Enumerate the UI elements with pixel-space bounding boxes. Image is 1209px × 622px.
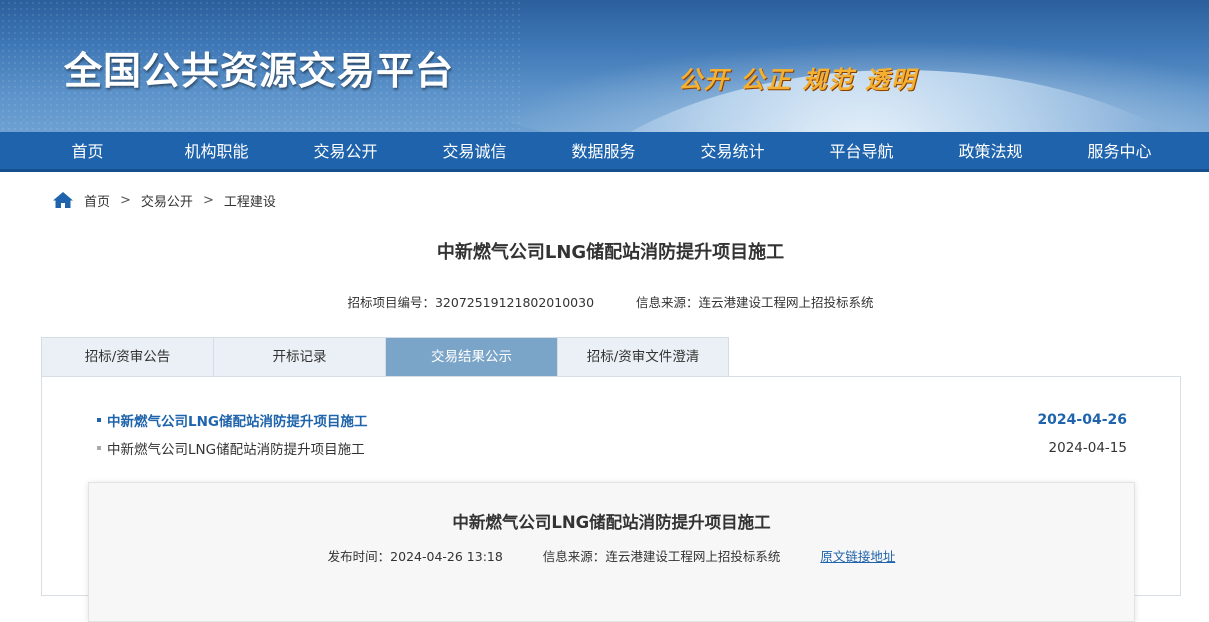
site-banner: 全国公共资源交易平台 公开 公正 规范 透明 <box>0 0 1209 132</box>
project-code-value: 3207251912180201003​0 <box>434 295 595 310</box>
list-item-date: 2024-04-15 <box>1048 440 1127 456</box>
list-item[interactable]: 中新燃气公司LNG储配站消防提升项目施工 2024-04-26 <box>97 410 1127 430</box>
nav-item-platform-nav[interactable]: 平台导航 <box>797 132 926 172</box>
detail-source-value: 连云港建设工程网上招投标系统 <box>605 549 781 564</box>
tab-bar: 招标/资审公告 开标记录 交易结果公示 招标/资审文件澄清 <box>41 337 729 377</box>
breadcrumb-engineering[interactable]: 工程建设 <box>224 191 276 210</box>
breadcrumb-separator: > <box>120 192 131 208</box>
tab-bid-opening-record[interactable]: 开标记录 <box>213 337 385 377</box>
nav-item-trade-public[interactable]: 交易公开 <box>281 132 410 172</box>
detail-source: 信息来源：连云港建设工程网上招投标系统 <box>543 549 781 564</box>
breadcrumb-separator: > <box>202 192 214 208</box>
breadcrumb-home[interactable]: 首页 <box>84 191 110 210</box>
list-item-label[interactable]: 中新燃气公司LNG储配站消防提升项目施工 <box>107 438 365 458</box>
list-item-date: 2024-04-26 <box>1037 412 1127 428</box>
bullet-icon <box>97 418 101 422</box>
detail-title: 中新燃气公司LNG储配站消防提升项目施工 <box>452 513 771 532</box>
list-item[interactable]: 中新燃气公司LNG储配站消防提升项目施工 2024-04-15 <box>97 438 1127 458</box>
detail-meta: 发布时间：2024-04-26 13:18 信息来源：连云港建设工程网上招投标系… <box>89 546 1134 565</box>
detail-publish-label: 发布时间： <box>327 549 391 564</box>
home-icon[interactable] <box>52 191 74 209</box>
detail-source-label: 信息来源： <box>542 549 606 564</box>
tab-trade-result[interactable]: 交易结果公示 <box>385 337 557 377</box>
bullet-icon <box>97 446 101 450</box>
detail-publish-time: 发布时间：2024-04-26 13:18 <box>328 549 503 564</box>
project-source: 信息来源：连云港建设工程网上招投标系统 <box>636 295 874 310</box>
original-link[interactable]: 原文链接地址 <box>820 549 895 564</box>
breadcrumb-trade-public[interactable]: 交易公开 <box>141 191 193 210</box>
project-meta: 招标项目编号：3207251912180201003​0 信息来源：连云港建设工… <box>0 292 1209 311</box>
project-source-value: 连云港建设工程网上招投标系统 <box>698 295 874 310</box>
project-code-label: 招标项目编号： <box>347 295 435 310</box>
nav-item-trade-credit[interactable]: 交易诚信 <box>410 132 539 172</box>
nav-item-service-center[interactable]: 服务中心 <box>1055 132 1184 172</box>
tab-tender-notice[interactable]: 招标/资审公告 <box>41 337 213 377</box>
detail-card: 中新燃气公司LNG储配站消防提升项目施工 发布时间：2024-04-26 13:… <box>88 482 1135 622</box>
list-item-label[interactable]: 中新燃气公司LNG储配站消防提升项目施工 <box>107 410 367 430</box>
nav-item-trade-stats[interactable]: 交易统计 <box>668 132 797 172</box>
project-source-label: 信息来源： <box>636 295 699 310</box>
nav-item-home[interactable]: 首页 <box>23 132 152 172</box>
site-slogan: 公开 公正 规范 透明 <box>678 66 918 94</box>
detail-publish-value: 2024-04-26 13:18 <box>390 549 503 564</box>
breadcrumb: 首页 > 交易公开 > 工程建设 <box>52 190 276 210</box>
nav-item-policy[interactable]: 政策法规 <box>926 132 1055 172</box>
nav-item-org-functions[interactable]: 机构职能 <box>152 132 281 172</box>
detail-original-link-wrap: 原文链接地址 <box>820 549 895 564</box>
project-code: 招标项目编号：3207251912180201003​0 <box>347 295 594 310</box>
page-title: 中新燃气公司LNG储配站消防提升项目施工 <box>436 242 785 263</box>
tab-document-clarification[interactable]: 招标/资审文件澄清 <box>557 337 729 377</box>
site-title[interactable]: 全国公共资源交易平台 <box>64 40 454 95</box>
nav-item-data-service[interactable]: 数据服务 <box>539 132 668 172</box>
tab-panel: 中新燃气公司LNG储配站消防提升项目施工 2024-04-26 中新燃气公司LN… <box>41 376 1181 622</box>
main-nav: 首页 机构职能 交易公开 交易诚信 数据服务 交易统计 平台导航 政策法规 服务… <box>0 132 1209 172</box>
